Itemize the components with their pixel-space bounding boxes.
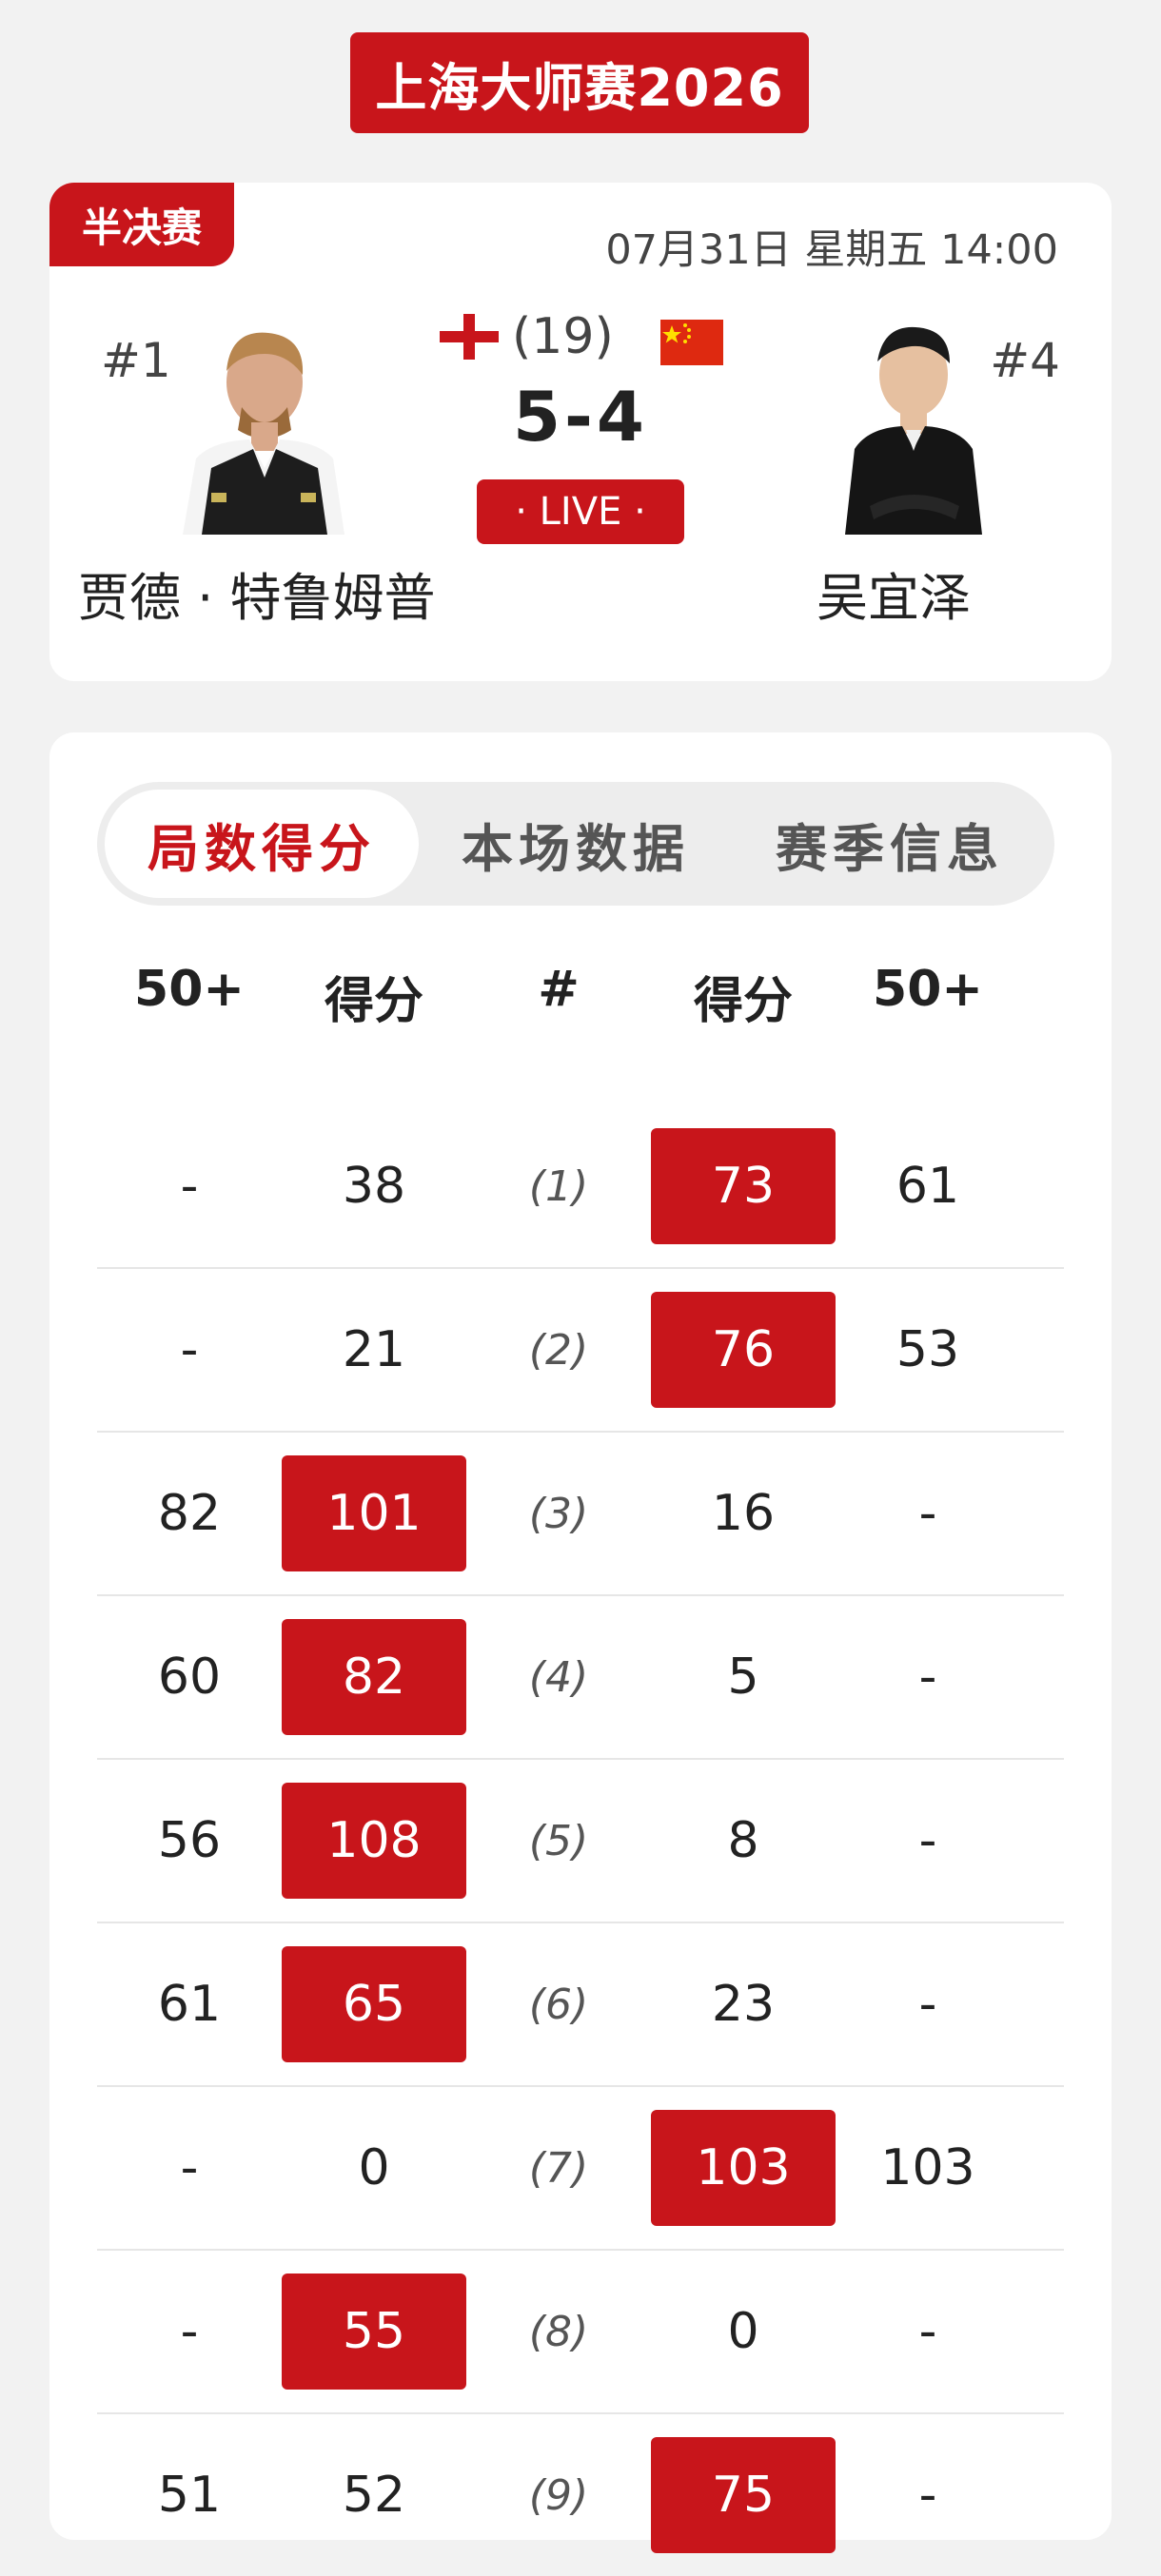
p2-score-cell: 8 (727, 1812, 759, 1869)
p2-score-cell: 5 (727, 1649, 759, 1706)
tournament-title: 上海大师赛2026 (350, 32, 809, 133)
p1-score-cell: 65 (282, 1946, 466, 2062)
tab-season-info[interactable]: 赛季信息 (733, 790, 1047, 898)
p1-score-cell: 38 (342, 1158, 406, 1215)
p2-score-cell: 73 (651, 1128, 836, 1244)
p2-score-cell: 76 (651, 1292, 836, 1408)
p2-score-cell: 75 (651, 2437, 836, 2553)
match-card[interactable]: 半决赛 07月31日 星期五 14:00 #1 #4 贾德 · 特鲁姆普 吴宜泽… (49, 183, 1112, 681)
p1-score-cell: 21 (342, 1321, 406, 1378)
frame-number-cell: (2) (528, 1325, 589, 1375)
p2-break-cell: - (918, 1976, 937, 2033)
live-badge: · LIVE · (477, 479, 684, 544)
header-p1-breaks: 50+ (134, 961, 245, 1018)
frame-number-cell: (1) (528, 1161, 589, 1211)
frame-number-cell: (5) (528, 1816, 589, 1865)
stats-card: 局数得分 本场数据 赛季信息 50+ 得分 # 得分 50+ - 38 (1) 73 6… (49, 732, 1112, 2553)
table-row: 51 52 (9) 75 - (97, 2414, 1064, 2576)
table-row: 56 108 (5) 8 - (97, 1760, 1064, 1923)
frame-number-cell: (6) (528, 1980, 589, 2029)
p1-score-cell: 0 (358, 2139, 390, 2196)
table-header: 50+ 得分 # 得分 50+ (97, 961, 1064, 1030)
tab-match-stats[interactable]: 本场数据 (419, 790, 733, 898)
table-row: - 21 (2) 76 53 (97, 1269, 1064, 1433)
p1-break-cell: - (180, 1321, 199, 1378)
player2-name: 吴宜泽 (817, 568, 971, 628)
p2-score-cell: 0 (727, 2303, 759, 2360)
header-p2-score: 得分 (693, 973, 793, 1030)
table-row: - 0 (7) 103 103 (97, 2087, 1064, 2251)
tab-frame-scores[interactable]: 局数得分 (105, 790, 419, 898)
tab-bar: 局数得分 本场数据 赛季信息 (97, 782, 1054, 906)
p1-break-cell: - (180, 2303, 199, 2360)
p1-score-cell: 82 (282, 1619, 466, 1735)
table-row: 60 82 (4) 5 - (97, 1596, 1064, 1760)
frame-scores-table: - 38 (1) 73 61 - 21 (2) 76 53 82 101 (3) 16 - 60 82 (4) 5 -… (97, 1105, 1064, 2576)
p2-break-cell: 53 (895, 1321, 960, 1378)
p1-score-cell: 55 (282, 2274, 466, 2390)
player1-avatar (183, 332, 344, 535)
p1-break-cell: 56 (157, 1812, 222, 1869)
frame-number-cell: (4) (528, 1652, 589, 1702)
p1-break-cell: 51 (157, 2467, 222, 2524)
p1-break-cell: 60 (157, 1649, 222, 1706)
p2-score-cell: 103 (651, 2110, 836, 2226)
p2-break-cell: 103 (880, 2139, 975, 2196)
match-datetime: 07月31日 星期五 14:00 (605, 226, 1058, 274)
round-tag: 半决赛 (49, 183, 234, 266)
table-row: - 55 (8) 0 - (97, 2251, 1064, 2414)
header-p1-score: 得分 (324, 973, 423, 1030)
header-p2-breaks: 50+ (873, 961, 983, 1018)
header-frame-number: # (538, 961, 580, 1018)
player1-rank: #1 (101, 333, 171, 388)
table-row: 61 65 (6) 23 - (97, 1923, 1064, 2087)
p1-break-cell: - (180, 2139, 199, 2196)
best-of-frames: (19) (512, 308, 614, 365)
frame-number-cell: (8) (528, 2307, 589, 2356)
p2-break-cell: - (918, 2467, 937, 2524)
p2-break-cell: 61 (895, 1158, 960, 1215)
p1-break-cell: - (180, 1158, 199, 1215)
table-row: 82 101 (3) 16 - (97, 1433, 1064, 1596)
p2-break-cell: - (918, 1812, 937, 1869)
p1-score-cell: 101 (282, 1455, 466, 1571)
p2-score-cell: 23 (711, 1976, 776, 2033)
match-score: 5-4 (512, 377, 649, 457)
frame-number-cell: (9) (528, 2470, 589, 2520)
p2-break-cell: - (918, 1649, 937, 1706)
p1-break-cell: 82 (157, 1485, 222, 1542)
p2-break-cell: - (918, 1485, 937, 1542)
england-flag-icon (438, 312, 501, 361)
table-row: - 38 (1) 73 61 (97, 1105, 1064, 1269)
p2-break-cell: - (918, 2303, 937, 2360)
frame-number-cell: (7) (528, 2143, 589, 2193)
p1-break-cell: 61 (157, 1976, 222, 2033)
p2-score-cell: 16 (711, 1485, 776, 1542)
frame-number-cell: (3) (528, 1489, 589, 1538)
p1-score-cell: 52 (342, 2467, 406, 2524)
china-flag-icon (660, 320, 723, 365)
player1-name: 贾德 · 特鲁姆普 (78, 568, 436, 628)
p1-score-cell: 108 (282, 1783, 466, 1899)
player2-avatar (845, 326, 982, 535)
